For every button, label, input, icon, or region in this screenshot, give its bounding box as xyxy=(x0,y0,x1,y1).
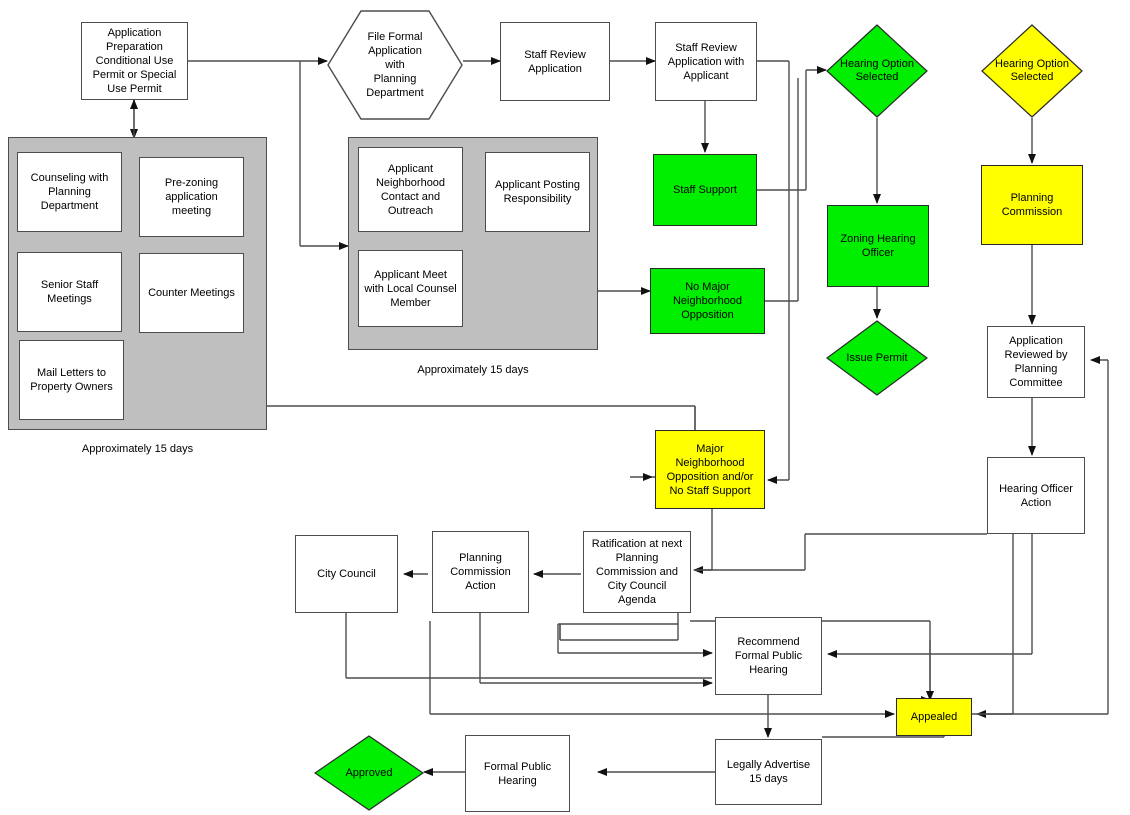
node-formal-public-hearing[interactable]: Formal Public Hearing xyxy=(465,735,570,812)
node-counseling-planning-department[interactable]: Counseling with Planning Department xyxy=(17,152,122,232)
node-zoning-hearing-officer[interactable]: Zoning Hearing Officer xyxy=(827,205,929,287)
node-hearing-option-selected-green-label: Hearing Option Selected xyxy=(840,58,914,83)
node-no-major-opposition[interactable]: No Major Neighborhood Opposition xyxy=(650,268,765,334)
node-approved[interactable]: Approved xyxy=(314,735,424,811)
node-ratification[interactable]: Ratification at next Planning Commission… xyxy=(583,531,691,613)
node-applicant-meet-local-counsel[interactable]: Applicant Meet with Local Counsel Member xyxy=(358,250,463,327)
node-issue-permit-label: Issue Permit xyxy=(846,351,908,364)
node-hearing-option-selected-yellow[interactable]: Hearing Option Selected xyxy=(981,24,1083,118)
node-staff-support[interactable]: Staff Support xyxy=(653,154,757,226)
node-file-formal-application-label: File Formal Application with Planning De… xyxy=(366,31,424,99)
node-planning-commission[interactable]: Planning Commission xyxy=(981,165,1083,245)
node-city-council[interactable]: City Council xyxy=(295,535,398,613)
node-planning-commission-action[interactable]: Planning Commission Action xyxy=(432,531,529,613)
node-application-preparation[interactable]: Application Preparation Conditional Use … xyxy=(81,22,188,100)
node-recommend-formal-public-hearing[interactable]: Recommend Formal Public Hearing xyxy=(715,617,822,695)
node-application-reviewed[interactable]: Application Reviewed by Planning Committ… xyxy=(987,326,1085,398)
node-file-formal-application[interactable]: File Formal Application with Planning De… xyxy=(327,10,463,120)
node-senior-staff-meetings[interactable]: Senior Staff Meetings xyxy=(17,252,122,332)
node-legally-advertise[interactable]: Legally Advertise 15 days xyxy=(715,739,822,805)
node-hearing-officer-action[interactable]: Hearing Officer Action xyxy=(987,457,1085,534)
node-counter-meetings[interactable]: Counter Meetings xyxy=(139,253,244,333)
node-appealed[interactable]: Appealed xyxy=(896,698,972,736)
node-mail-letters-property-owners[interactable]: Mail Letters to Property Owners xyxy=(19,340,124,420)
node-hearing-option-selected-yellow-label: Hearing Option Selected xyxy=(995,58,1069,83)
node-applicant-posting-responsibility[interactable]: Applicant Posting Responsibility xyxy=(485,152,590,232)
group-preapplication-caption: Approximately 15 days xyxy=(81,443,194,455)
group-outreach-caption: Approximately 15 days xyxy=(417,364,529,376)
node-staff-review-with-applicant[interactable]: Staff Review Application with Applicant xyxy=(655,22,757,101)
node-approved-label: Approved xyxy=(345,766,393,779)
node-prezoning-application-meeting[interactable]: Pre-zoning application meeting xyxy=(139,157,244,237)
node-staff-review-application[interactable]: Staff Review Application xyxy=(500,22,610,101)
node-major-opposition[interactable]: Major Neighborhood Opposition and/or No … xyxy=(655,430,765,509)
node-issue-permit[interactable]: Issue Permit xyxy=(826,320,928,396)
flowchart-canvas: Application Preparation Conditional Use … xyxy=(0,0,1130,815)
node-hearing-option-selected-green[interactable]: Hearing Option Selected xyxy=(826,24,928,118)
node-applicant-neighborhood-contact[interactable]: Applicant Neighborhood Contact and Outre… xyxy=(358,147,463,232)
